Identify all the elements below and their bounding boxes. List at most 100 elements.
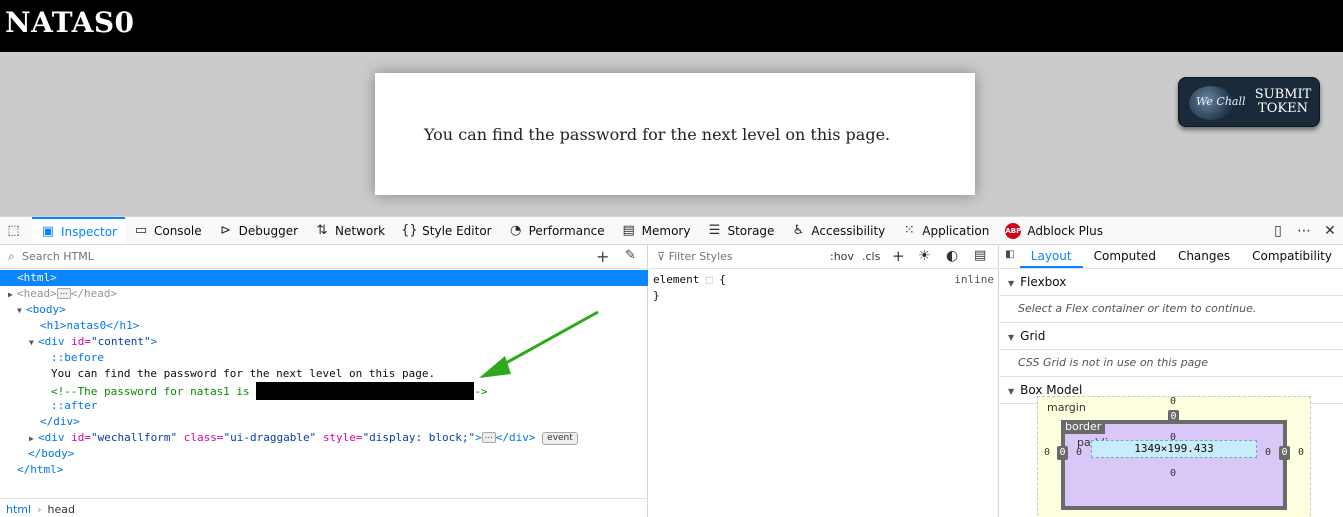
tab-application[interactable]: ⁙ Application: [893, 217, 997, 244]
event-badge[interactable]: event: [542, 432, 578, 445]
rules-panel: ⊽ Filter Styles :hov .cls + ☀ ◐ ▤ elemen…: [649, 245, 999, 517]
more-options-icon[interactable]: ⋯: [1291, 223, 1317, 239]
expand-arrow-icon[interactable]: ▶: [29, 431, 38, 447]
search-icon: ⌕: [8, 249, 15, 263]
tab-console[interactable]: ▭ Console: [125, 217, 210, 244]
collapse-arrow-icon[interactable]: ▼: [17, 303, 26, 319]
border-right-value[interactable]: 0: [1279, 446, 1290, 460]
close-icon[interactable]: ✕: [1317, 223, 1343, 239]
devtools-toolbar: ⬚ ▣ Inspector ▭ Console ⊳ Debugger ⇅ Network…: [0, 217, 1343, 245]
token-line: TOKEN: [1258, 101, 1308, 116]
tab-compatibility[interactable]: Compatibility: [1241, 245, 1343, 268]
border-top-value[interactable]: 0: [1168, 410, 1179, 424]
tab-memory[interactable]: ▤ Memory: [613, 217, 699, 244]
element-picker-button[interactable]: ⬚: [0, 217, 32, 244]
print-media-icon[interactable]: ▤: [974, 248, 986, 263]
search-html-input[interactable]: Search HTML: [22, 250, 94, 263]
section-title: Flexbox: [1020, 275, 1067, 289]
storage-icon: ☰: [708, 223, 721, 238]
responsive-design-icon[interactable]: ▯: [1265, 223, 1291, 239]
margin-left-value[interactable]: 0: [1044, 447, 1050, 458]
attr-name: style=: [322, 431, 363, 444]
attr-value: "content": [91, 335, 151, 348]
open-brace: {: [719, 273, 726, 286]
tag-text: <body>: [26, 303, 66, 316]
element-rule: element ⬚ { } inline: [649, 269, 998, 307]
breadcrumb-separator-icon: ›: [37, 503, 42, 516]
tag-text: <div: [38, 335, 65, 348]
accessibility-icon: ♿: [792, 223, 805, 238]
memory-icon: ▤: [622, 223, 635, 238]
tab-layout[interactable]: Layout: [1019, 245, 1083, 268]
padding-left-value[interactable]: 0: [1076, 447, 1082, 458]
cls-toggle[interactable]: .cls: [862, 250, 880, 263]
margin-label: margin: [1047, 401, 1086, 414]
breadcrumb: html › head: [0, 498, 648, 517]
pseudo-element: ::before: [51, 351, 104, 364]
breadcrumb-head[interactable]: head: [47, 503, 74, 516]
filter-styles-input[interactable]: ⊽ Filter Styles: [657, 250, 733, 263]
tag-text: <head>: [17, 287, 57, 300]
tab-storage[interactable]: ☰ Storage: [698, 217, 782, 244]
flexbox-section-header[interactable]: ▼ Flexbox: [1000, 269, 1343, 296]
padding-bottom-value[interactable]: 0: [1170, 468, 1176, 479]
rules-toolbar: ⊽ Filter Styles :hov .cls + ☀ ◐ ▤: [649, 245, 998, 269]
padding-right-value[interactable]: 0: [1265, 447, 1271, 458]
collapsed-content-badge[interactable]: ⋯: [481, 432, 496, 443]
tab-performance[interactable]: ◔ Performance: [500, 217, 613, 244]
tab-changes[interactable]: Changes: [1167, 245, 1241, 268]
node-after[interactable]: ::after: [0, 398, 648, 414]
element-picker-icon: ⬚: [7, 223, 20, 238]
tab-debugger[interactable]: ⊳ Debugger: [210, 217, 306, 244]
web-page: NATAS0 You can find the password for the…: [0, 0, 1343, 216]
node-html-close[interactable]: </html>: [0, 462, 648, 478]
wechall-submit-token-button[interactable]: We Chall SUBMIT TOKEN: [1178, 77, 1320, 127]
node-div-close[interactable]: </div>: [0, 414, 648, 430]
tab-inspector[interactable]: ▣ Inspector: [32, 217, 125, 244]
expand-arrow-icon[interactable]: ▶: [8, 287, 17, 303]
search-html-bar: ⌕ Search HTML + ✎: [0, 245, 647, 269]
hov-toggle[interactable]: :hov: [830, 250, 854, 263]
console-icon: ▭: [134, 223, 148, 238]
wechall-brand: We Chall: [1196, 95, 1246, 108]
tag-text: </body>: [28, 447, 75, 460]
filter-icon: ⊽: [657, 250, 669, 263]
create-node-button[interactable]: +: [596, 247, 609, 266]
node-div-wechallform[interactable]: ▶ <div id="wechallform" class="ui-draggab…: [0, 430, 648, 446]
border-left-value[interactable]: 0: [1057, 446, 1068, 460]
collapse-arrow-icon[interactable]: ▼: [29, 335, 38, 351]
page-header: NATAS0: [0, 0, 1343, 52]
breadcrumb-html[interactable]: html: [6, 503, 31, 516]
tab-computed[interactable]: Computed: [1083, 245, 1167, 268]
tag-text: >: [150, 335, 158, 348]
filter-placeholder: Filter Styles: [668, 250, 733, 263]
node-html[interactable]: <html>: [0, 270, 648, 286]
attr-value: "display: block;": [362, 431, 476, 444]
grid-section-header[interactable]: ▼ Grid: [1000, 323, 1343, 350]
tab-style-editor[interactable]: {} Style Editor: [393, 217, 499, 244]
eyedropper-icon[interactable]: ✎: [625, 248, 636, 263]
collapsed-content-badge[interactable]: ⋯: [56, 288, 71, 299]
tag-text: </div>: [495, 431, 536, 444]
light-mode-icon[interactable]: ☀: [918, 248, 931, 264]
dark-mode-icon[interactable]: ◐: [946, 248, 958, 264]
tab-accessibility[interactable]: ♿ Accessibility: [782, 217, 893, 244]
node-head[interactable]: ▶ <head> ⋯ </head>: [0, 286, 648, 302]
section-title: Box Model: [1020, 383, 1083, 397]
margin-right-value[interactable]: 0: [1298, 447, 1304, 458]
debugger-icon: ⊳: [220, 223, 232, 238]
tab-adblock-plus[interactable]: ABP Adblock Plus: [997, 217, 1111, 244]
flexbox-message: Select a Flex container or item to conti…: [1000, 296, 1343, 323]
tab-label: Console: [153, 223, 202, 238]
tab-network[interactable]: ⇅ Network: [306, 217, 393, 244]
node-body-close[interactable]: </body>: [0, 446, 648, 462]
margin-top-value[interactable]: 0: [1170, 396, 1176, 407]
attr-name: class=: [183, 431, 224, 444]
tab-label: Style Editor: [422, 223, 492, 238]
tag-text: <h1>natas0</h1>: [40, 319, 140, 332]
box-model-content[interactable]: 1349×199.433: [1091, 440, 1257, 458]
toggle-pane-icon[interactable]: ◧: [1000, 245, 1020, 268]
collapse-arrow-icon: ▼: [1008, 279, 1015, 288]
collapse-arrow-icon: ▼: [1008, 387, 1015, 396]
add-rule-icon[interactable]: +: [892, 247, 905, 265]
